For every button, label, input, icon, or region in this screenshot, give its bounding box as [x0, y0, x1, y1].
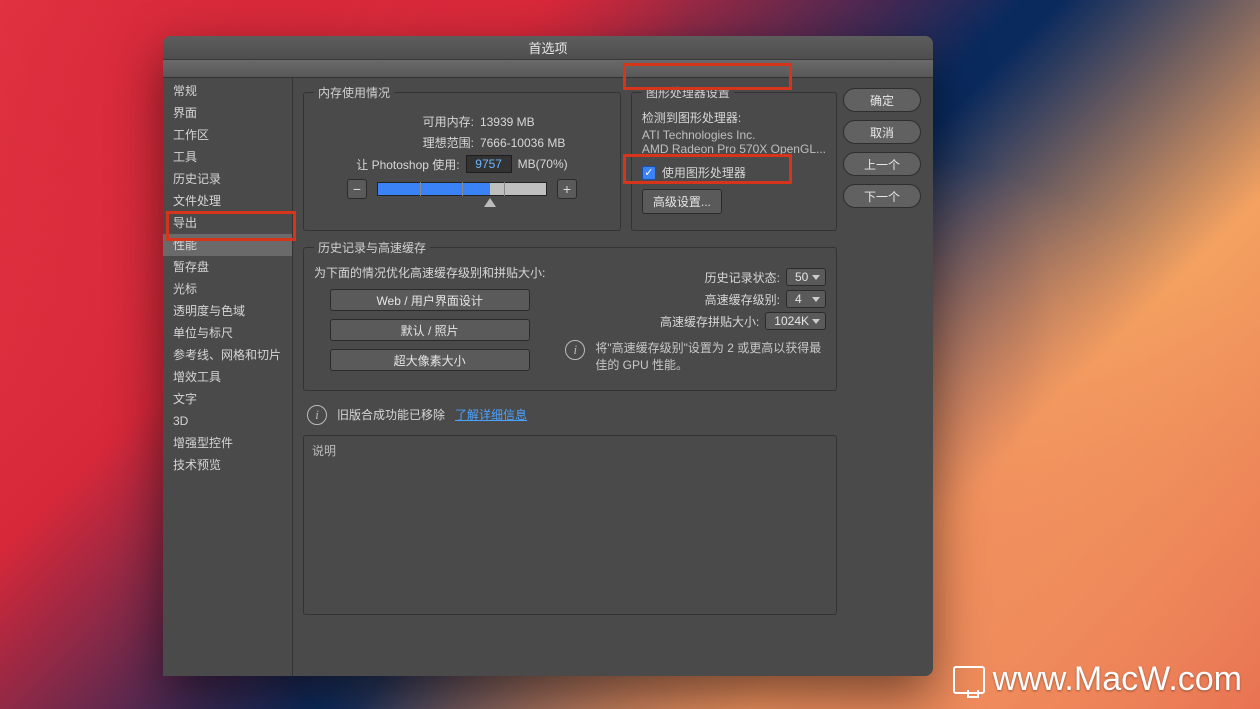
memory-decrease-button[interactable]: −	[347, 179, 367, 199]
sidebar-item-10[interactable]: 透明度与色域	[163, 300, 292, 322]
sidebar-item-2[interactable]: 工作区	[163, 124, 292, 146]
sidebar-item-13[interactable]: 增效工具	[163, 366, 292, 388]
cache-tip: 将"高速缓存级别"设置为 2 或更高以获得最佳的 GPU 性能。	[595, 340, 826, 374]
ok-button[interactable]: 确定	[843, 88, 921, 112]
monitor-icon	[953, 666, 985, 694]
sidebar-item-1[interactable]: 界面	[163, 102, 292, 124]
optimize-hint: 为下面的情况优化高速缓存级别和拼贴大小:	[314, 264, 545, 281]
history-legend: 历史记录与高速缓存	[314, 239, 430, 256]
sidebar-item-0[interactable]: 常规	[163, 80, 292, 102]
titlebar: 首选项	[163, 36, 933, 60]
history-states-select[interactable]: 50	[786, 268, 826, 286]
sidebar-item-4[interactable]: 历史记录	[163, 168, 292, 190]
sidebar-item-16[interactable]: 增强型控件	[163, 432, 292, 454]
window-title: 首选项	[528, 38, 567, 57]
sidebar-item-3[interactable]: 工具	[163, 146, 292, 168]
sidebar-item-9[interactable]: 光标	[163, 278, 292, 300]
preferences-window: 首选项 常规界面工作区工具历史记录文件处理导出性能暂存盘光标透明度与色域单位与标…	[163, 36, 933, 676]
available-mem-value: 13939 MB	[480, 115, 600, 129]
watermark-text: www.MacW.com	[993, 660, 1242, 699]
preset-huge-button[interactable]: 超大像素大小	[330, 349, 530, 371]
cache-level-select[interactable]: 4	[786, 290, 826, 308]
watermark: www.MacW.com	[953, 660, 1242, 699]
slider-thumb-icon[interactable]	[484, 198, 496, 207]
prev-button[interactable]: 上一个	[843, 152, 921, 176]
use-gpu-checkbox[interactable]: ✓	[642, 166, 656, 180]
sidebar-item-15[interactable]: 3D	[163, 410, 292, 432]
info-icon: i	[307, 405, 327, 425]
tile-size-label: 高速缓存拼贴大小:	[660, 313, 759, 330]
gpu-detected-label: 检测到图形处理器:	[642, 109, 826, 126]
sidebar-item-7[interactable]: 性能	[163, 234, 292, 256]
tile-size-select[interactable]: 1024K	[765, 312, 826, 330]
sidebar-item-6[interactable]: 导出	[163, 212, 292, 234]
ideal-range-label: 理想范围:	[324, 134, 474, 151]
history-cache-group: 历史记录与高速缓存 为下面的情况优化高速缓存级别和拼贴大小: Web / 用户界…	[303, 239, 837, 391]
description-box: 说明	[303, 435, 837, 615]
cancel-button[interactable]: 取消	[843, 120, 921, 144]
available-mem-label: 可用内存:	[324, 113, 474, 130]
description-label: 说明	[312, 444, 336, 458]
cache-level-label: 高速缓存级别:	[705, 291, 780, 308]
sidebar-item-11[interactable]: 单位与标尺	[163, 322, 292, 344]
sidebar: 常规界面工作区工具历史记录文件处理导出性能暂存盘光标透明度与色域单位与标尺参考线…	[163, 78, 293, 676]
gpu-model: AMD Radeon Pro 570X OpenGL...	[642, 142, 826, 156]
memory-increase-button[interactable]: +	[557, 179, 577, 199]
memory-legend: 内存使用情况	[314, 84, 394, 101]
preset-web-button[interactable]: Web / 用户界面设计	[330, 289, 530, 311]
learn-more-link[interactable]: 了解详细信息	[455, 406, 527, 423]
gpu-advanced-button[interactable]: 高级设置...	[642, 189, 722, 214]
gpu-group: 图形处理器设置 检测到图形处理器: ATI Technologies Inc. …	[631, 84, 837, 231]
memory-suffix: MB(70%)	[518, 157, 568, 171]
toolbar-strip	[163, 60, 933, 78]
gpu-legend: 图形处理器设置	[642, 84, 734, 101]
memory-slider[interactable]	[377, 182, 547, 196]
sidebar-item-12[interactable]: 参考线、网格和切片	[163, 344, 292, 366]
info-icon: i	[565, 340, 585, 360]
use-gpu-label: 使用图形处理器	[662, 164, 746, 181]
sidebar-item-5[interactable]: 文件处理	[163, 190, 292, 212]
let-ps-use-label: 让 Photoshop 使用:	[356, 156, 459, 173]
sidebar-item-8[interactable]: 暂存盘	[163, 256, 292, 278]
action-column: 确定 取消 上一个 下一个	[837, 84, 927, 670]
legacy-compositing-text: 旧版合成功能已移除	[337, 406, 445, 423]
ideal-range-value: 7666-10036 MB	[480, 136, 600, 150]
memory-input[interactable]	[466, 155, 512, 173]
next-button[interactable]: 下一个	[843, 184, 921, 208]
sidebar-item-17[interactable]: 技术预览	[163, 454, 292, 476]
sidebar-item-14[interactable]: 文字	[163, 388, 292, 410]
preset-default-button[interactable]: 默认 / 照片	[330, 319, 530, 341]
memory-group: 内存使用情况 可用内存: 13939 MB 理想范围: 7666-10036 M…	[303, 84, 621, 231]
gpu-vendor: ATI Technologies Inc.	[642, 128, 826, 142]
history-states-label: 历史记录状态:	[705, 269, 780, 286]
